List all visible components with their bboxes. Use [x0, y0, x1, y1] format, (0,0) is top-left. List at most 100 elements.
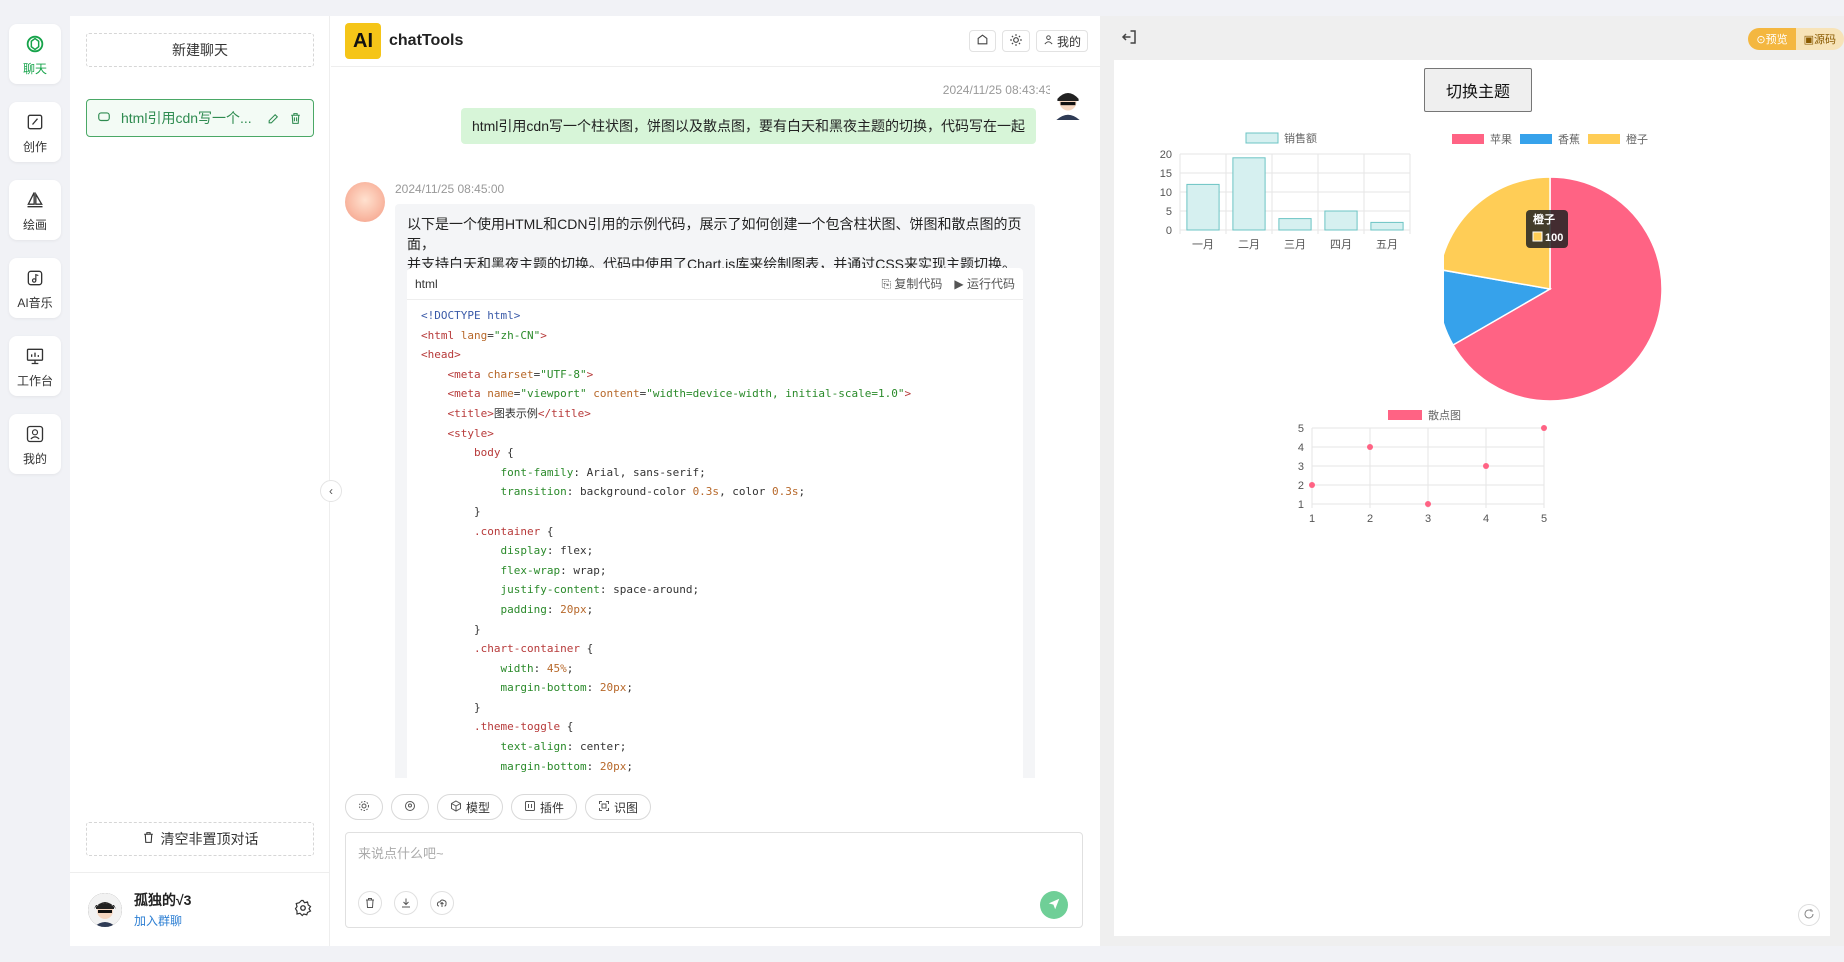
code-content: <!DOCTYPE html> <html lang="zh-CN"> <hea…	[421, 309, 912, 773]
exit-preview-icon[interactable]	[1120, 28, 1138, 49]
rail-item-draw[interactable]: 绘画	[9, 180, 61, 240]
rail-label: 绘画	[22, 217, 47, 232]
scan-icon	[598, 800, 610, 815]
send-button[interactable]	[1040, 891, 1068, 919]
copy-icon: ⎘	[881, 277, 895, 291]
bar	[1278, 218, 1312, 231]
y-tick-label: 2	[1298, 480, 1304, 492]
chart-tooltip: 橙子 100	[1526, 210, 1568, 248]
upload-icon[interactable]	[430, 891, 454, 915]
face-icon	[404, 800, 416, 815]
y-tick-label: 15	[1160, 168, 1172, 180]
preview-mode-button[interactable]: ⊙预览	[1748, 28, 1796, 50]
switch-theme-button[interactable]: 切换主题	[1424, 68, 1532, 112]
gear-icon	[358, 800, 370, 815]
x-tick-label: 五月	[1376, 239, 1398, 251]
trash-icon[interactable]	[358, 891, 382, 915]
x-tick-label: 三月	[1284, 239, 1306, 251]
code-header: html ⎘ 复制代码 ▶ 运行代码	[407, 268, 1023, 300]
legend-label: 销售额	[1284, 131, 1317, 145]
plugin-icon	[524, 800, 536, 815]
delete-icon[interactable]	[287, 110, 303, 126]
theme-toggle-button[interactable]	[1001, 30, 1030, 52]
message-input[interactable]: 来说点什么吧~	[345, 832, 1083, 928]
app-logo: AI	[345, 23, 381, 59]
rail-label: 创作	[22, 139, 47, 154]
model-button[interactable]: 模型	[437, 794, 504, 820]
tooltip-value: 100	[1545, 232, 1563, 244]
y-tick-label: 20	[1160, 149, 1172, 161]
edit-icon	[23, 110, 47, 134]
x-tick-label: 5	[1541, 513, 1547, 525]
legend-swatch	[1245, 132, 1279, 144]
join-group-link[interactable]: 加入群聊	[134, 912, 191, 929]
legend-label: 橙子	[1626, 132, 1648, 146]
rail-item-me[interactable]: 我的	[9, 414, 61, 474]
settings-icon[interactable]	[294, 899, 312, 920]
role-tool-button[interactable]	[391, 794, 429, 820]
app-title: chatTools	[389, 32, 464, 49]
preview-canvas: 切换主题 销售额 0 5 10 15 20 一月 二月 三月 四月 五月 苹果 香蕉 橙子 橙子 100 散…	[1114, 60, 1830, 936]
user-icon	[1043, 34, 1054, 48]
scatter-point	[1483, 463, 1489, 469]
code-language: html	[415, 276, 438, 291]
eye-icon: ⊙	[1756, 34, 1766, 46]
copy-code-button[interactable]: ⎘ 复制代码	[881, 275, 942, 292]
vision-label: 识图	[614, 800, 639, 815]
sail-icon	[23, 188, 47, 212]
y-tick-label: 1	[1298, 499, 1304, 511]
model-label: 模型	[466, 800, 491, 815]
vision-button[interactable]: 识图	[585, 794, 652, 820]
sun-icon	[1009, 33, 1023, 50]
new-chat-button[interactable]: 新建聊天	[86, 33, 314, 67]
rail-label: 我的	[22, 451, 47, 466]
refresh-button[interactable]	[1798, 904, 1820, 926]
home-icon	[976, 33, 989, 49]
scatter-point	[1367, 444, 1373, 450]
run-code-button[interactable]: ▶ 运行代码	[954, 275, 1015, 292]
me-button[interactable]: 我的	[1035, 30, 1088, 52]
preview-panel: ⊙预览 ▣源码 切换主题 销售额 0 5 10 15 20 一月 二月 三月 四月 五月 苹果 香蕉橙…	[1100, 16, 1844, 946]
edit-icon[interactable]	[265, 110, 281, 126]
rail-item-workbench[interactable]: 工作台	[9, 336, 61, 396]
x-tick-label: 四月	[1330, 239, 1352, 251]
mode-toggle[interactable]: ⊙预览 ▣源码	[1748, 28, 1844, 50]
me-label: 我的	[1056, 34, 1081, 49]
x-tick-label: 一月	[1192, 239, 1214, 251]
trash-icon	[142, 831, 155, 847]
home-button[interactable]	[968, 30, 996, 52]
rail-label: 工作台	[16, 373, 53, 388]
send-icon	[1047, 897, 1061, 914]
user-icon	[23, 422, 47, 446]
conversation-item[interactable]: html引用cdn写一个...	[86, 99, 314, 137]
ai-text-line: 以下是一个使用HTML和CDN引用的示例代码，展示了如何创建一个包含柱状图、饼图…	[407, 216, 1022, 252]
legend-swatch	[1388, 410, 1422, 420]
plugin-button[interactable]: 插件	[511, 794, 578, 820]
left-rail: 聊天 创作 绘画 AI音乐 工作台 我的	[0, 0, 70, 962]
bar	[1324, 210, 1358, 231]
y-tick-label: 5	[1166, 206, 1172, 218]
bar-chart: 销售额 0 5 10 15 20 一月 二月 三月 四月 五月	[1160, 131, 1411, 251]
user-message: html引用cdn写一个柱状图，饼图以及散点图，要有白天和黑夜主题的切换，代码写…	[460, 108, 1036, 144]
rail-item-music[interactable]: AI音乐	[9, 258, 61, 318]
rail-item-create[interactable]: 创作	[9, 102, 61, 162]
download-icon[interactable]	[394, 891, 418, 915]
source-mode-button[interactable]: ▣源码	[1795, 28, 1844, 50]
user-panel: 孤独的√3 加入群聊	[70, 872, 330, 946]
x-tick-label: 3	[1425, 513, 1431, 525]
legend-swatch	[1588, 134, 1620, 144]
avatar[interactable]	[88, 892, 122, 927]
clear-conversations-button[interactable]: 清空非置顶对话	[86, 822, 314, 856]
pie-chart: 苹果 香蕉 橙子橙子100	[1444, 132, 1663, 402]
cube-icon	[450, 799, 462, 815]
y-tick-label: 5	[1298, 423, 1304, 435]
rail-item-chat[interactable]: 聊天	[9, 24, 61, 84]
settings-tool-button[interactable]	[345, 794, 383, 820]
legend-label: 散点图	[1428, 408, 1461, 422]
chat-header: AI chatTools 我的	[331, 16, 1100, 67]
y-tick-label: 10	[1160, 187, 1172, 199]
legend-label: 香蕉	[1558, 133, 1580, 146]
tool-row: 模型 插件 识图	[345, 794, 652, 820]
code-block: html ⎘ 复制代码 ▶ 运行代码 <!DOCTYPE html> <html…	[407, 268, 1023, 778]
message-list: 2024/11/25 08:43:43 html引用cdn写一个柱状图，饼图以及…	[331, 68, 1100, 778]
